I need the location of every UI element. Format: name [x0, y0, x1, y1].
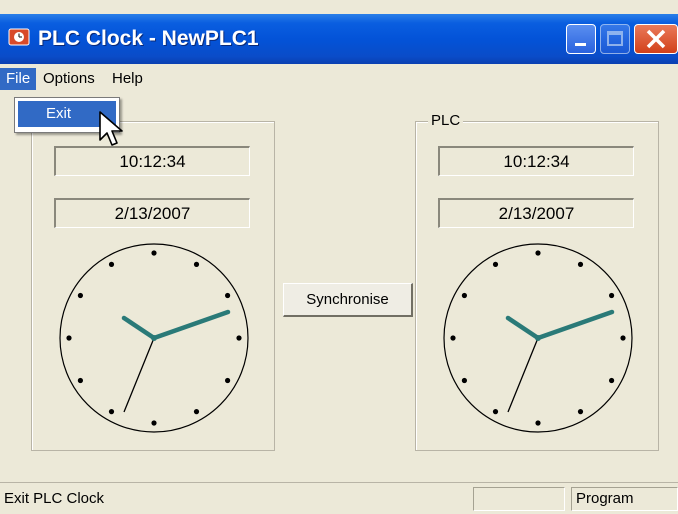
hour-dot	[609, 292, 615, 299]
close-icon	[646, 29, 666, 49]
menu-file[interactable]: File	[0, 68, 37, 90]
hour-dot	[577, 261, 584, 267]
synchronise-button[interactable]: Synchronise	[283, 283, 413, 317]
pc-date-field: 2/13/2007	[54, 198, 250, 228]
hour-dot	[108, 409, 115, 415]
hour-dot	[609, 377, 615, 384]
plc-time-field: 10:12:34	[438, 146, 634, 176]
hour-dot	[450, 335, 456, 341]
plc-date-field: 2/13/2007	[438, 198, 634, 228]
hour-dot	[108, 261, 115, 267]
menu-help[interactable]: Help	[106, 68, 149, 90]
hour-dot	[193, 409, 200, 415]
close-button[interactable]	[634, 24, 678, 54]
hour-dot	[77, 292, 83, 299]
plc-clock-group: PLC 10:12:34 2/13/2007	[415, 112, 659, 451]
pointer-cursor-icon	[99, 111, 123, 146]
hour-dot	[535, 420, 541, 426]
minimize-button[interactable]	[566, 24, 596, 54]
hour-dot	[225, 377, 231, 384]
hour-dot	[461, 292, 467, 299]
pc-time-field: 10:12:34	[54, 146, 250, 176]
hour-dot	[535, 250, 541, 256]
status-panel-empty	[473, 487, 565, 511]
hour-dot	[66, 335, 72, 341]
status-text: Exit PLC Clock	[4, 490, 105, 507]
hour-dot	[492, 261, 499, 267]
plc-group-label: PLC	[428, 112, 464, 129]
menu-bar: File Options Help	[0, 64, 678, 92]
title-bar[interactable]: PLC Clock - NewPLC1	[0, 14, 678, 64]
hour-dot	[225, 292, 231, 299]
maximize-button[interactable]	[600, 24, 630, 54]
pc-clock-group: 10:12:34 2/13/2007	[31, 121, 275, 451]
hour-dot	[620, 335, 626, 341]
minimize-icon	[575, 43, 586, 46]
pc-analog-clock	[59, 243, 249, 433]
app-icon	[8, 28, 30, 46]
hour-dot	[236, 335, 242, 341]
hour-dot	[77, 377, 83, 384]
hour-dot	[461, 377, 467, 384]
hour-dot	[492, 409, 499, 415]
menu-options[interactable]: Options	[37, 68, 101, 90]
plc-clock-window: PLC Clock - NewPLC1 File Options Help 10…	[0, 0, 678, 514]
hour-dot	[151, 250, 157, 256]
status-bar: Exit PLC Clock Program	[0, 482, 678, 514]
window-title: PLC Clock - NewPLC1	[38, 27, 259, 50]
hour-dot	[151, 420, 157, 426]
plc-analog-clock	[443, 243, 633, 433]
hour-dot	[193, 261, 200, 267]
maximize-icon	[607, 31, 623, 46]
hour-dot	[577, 409, 584, 415]
status-mode: Program	[571, 487, 678, 511]
